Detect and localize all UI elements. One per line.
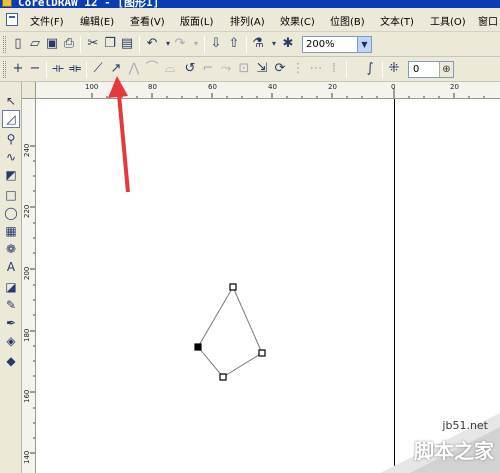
menu-tools[interactable]: 工具(O)	[430, 13, 466, 28]
toolbar-grip[interactable]	[3, 61, 6, 78]
interactive-fill-tool-icon[interactable]: ◆	[2, 352, 20, 370]
ruler-label: 0	[391, 83, 396, 91]
outline-tool-icon[interactable]: ✒	[2, 314, 20, 332]
redo-dropdown-icon[interactable]: ▾	[188, 36, 204, 52]
slider-icon[interactable]: ⊕	[439, 62, 453, 77]
align-nodes-icon[interactable]: ⋮	[290, 61, 306, 77]
pick-tool-icon[interactable]: ↖	[2, 92, 20, 110]
menu-edit[interactable]: 编辑(E)	[80, 13, 114, 28]
kite-path[interactable]	[197, 286, 263, 378]
curve-smoothness-field[interactable]: 0 ⊕	[408, 61, 454, 78]
application-launcher-icon[interactable]: ⚗	[250, 36, 266, 52]
marquee-mode-icon[interactable]: ⁜	[386, 61, 402, 77]
open-icon[interactable]: ▱	[27, 36, 43, 52]
menu-file[interactable]: 文件(F)	[30, 13, 64, 28]
select-all-nodes-icon[interactable]: ⁞	[326, 61, 342, 77]
zoom-select[interactable]: 200% ▼	[302, 36, 372, 53]
reverse-direction-icon[interactable]: ↺	[182, 61, 198, 77]
elastic-mode-icon[interactable]: ⋯	[308, 61, 324, 77]
add-node-icon[interactable]: +	[10, 61, 26, 77]
title-bar: CorelDRAW 12 - [图形1]	[0, 0, 500, 8]
menu-arrange[interactable]: 排列(A)	[230, 13, 265, 28]
vertical-ruler[interactable]: 240 220 200 180 160 140	[22, 99, 36, 473]
start-node-handle[interactable]	[194, 343, 202, 351]
undo-icon[interactable]: ↶	[144, 36, 160, 52]
horizontal-ruler[interactable]: 100 80 60 40 20 0 20	[22, 82, 500, 99]
cusp-node-icon[interactable]: ⋀	[126, 61, 142, 77]
save-icon[interactable]: ▣	[44, 36, 60, 52]
menu-bitmaps[interactable]: 位图(B)	[330, 13, 365, 28]
ruler-label: 220	[23, 204, 31, 218]
ruler-label: 140	[23, 450, 31, 464]
zoom-tool-icon[interactable]: ⚲	[2, 130, 20, 148]
ruler-label: 60	[208, 83, 217, 91]
ruler-label: 180	[23, 328, 31, 342]
export-icon[interactable]: ⇧	[226, 36, 242, 52]
stretch-nodes-icon[interactable]: ⇲	[254, 61, 270, 77]
basic-shapes-tool-icon[interactable]: ❁	[2, 240, 20, 258]
extend-curve-icon[interactable]: ⌐	[200, 61, 216, 77]
interactive-blend-tool-icon[interactable]: ◪	[2, 278, 20, 296]
document-icon[interactable]	[6, 13, 18, 26]
property-bar: + − ⟛ ⟚ ⟋ ↗ ⋀ ⌒ ⌓ ↺ ⌐ ⤳ ⊡ ⇲ ⟳ ⋮ ⋯ ⁞ ∫ ⁜ …	[0, 57, 500, 82]
new-document-icon[interactable]: ▯	[10, 36, 26, 52]
eyedropper-tool-icon[interactable]: ✎	[2, 296, 20, 314]
ruler-label: 20	[450, 83, 459, 91]
join-nodes-icon[interactable]: ⟛	[50, 61, 66, 77]
zoom-value: 200%	[306, 39, 335, 50]
ruler-label: 100	[85, 83, 99, 91]
ruler-label: 160	[23, 389, 31, 403]
ruler-label: 20	[328, 83, 337, 91]
toolbox: ↖ ◿ ⚲ ∿ ◩ □ ◯ ▦ ❁ A ◪ ✎ ✒ ◈ ◆	[0, 82, 22, 473]
ruler-label: 40	[268, 83, 277, 91]
freehand-tool-icon[interactable]: ∿	[2, 148, 20, 166]
rectangle-tool-icon[interactable]: □	[2, 186, 20, 204]
app-icon	[2, 0, 12, 7]
standard-toolbar: ▯ ▱ ▣ ⎙ ✂ ❐ ▤ ↶ ▾ ↷ ▾ ⇩ ⇧ ⚗ ▾ ✱ 200% ▼	[0, 32, 500, 57]
node-handle[interactable]	[258, 349, 266, 357]
text-tool-icon[interactable]: A	[2, 258, 20, 276]
ruler-origin[interactable]	[22, 82, 36, 99]
menu-window[interactable]: 窗口	[478, 13, 498, 28]
menu-text[interactable]: 文本(T)	[380, 13, 414, 28]
menu-effects[interactable]: 效果(C)	[280, 13, 315, 28]
convert-to-curve-icon[interactable]: ↗	[108, 61, 124, 77]
fill-tool-icon[interactable]: ◈	[2, 332, 20, 350]
smooth-node-icon[interactable]: ⌒	[144, 61, 160, 77]
paste-icon[interactable]: ▤	[119, 36, 135, 52]
convert-to-line-icon[interactable]: ⟋	[90, 61, 106, 77]
print-icon[interactable]: ⎙	[61, 36, 77, 52]
ruler-label: 200	[23, 266, 31, 280]
import-icon[interactable]: ⇩	[208, 36, 224, 52]
shape-tool-icon[interactable]: ◿	[2, 110, 20, 128]
cut-icon[interactable]: ✂	[85, 36, 101, 52]
copy-icon[interactable]: ❐	[102, 36, 118, 52]
watermark: jb51.net 脚本之家	[370, 413, 500, 473]
graph-paper-tool-icon[interactable]: ▦	[2, 222, 20, 240]
symmetric-node-icon[interactable]: ⌓	[162, 61, 178, 77]
corel-online-icon[interactable]: ✱	[280, 36, 296, 52]
ruler-label: 80	[148, 83, 157, 91]
delete-node-icon[interactable]: −	[27, 61, 43, 77]
toolbar-grip[interactable]	[3, 36, 6, 53]
curve-smoothness-value: 0	[413, 64, 420, 75]
chevron-down-icon[interactable]: ▼	[357, 37, 371, 52]
watermark-url: jb51.net	[442, 419, 488, 432]
break-curve-icon[interactable]: ⟚	[67, 61, 83, 77]
rotate-nodes-icon[interactable]: ⟳	[272, 61, 288, 77]
menu-bar: 文件(F) 编辑(E) 查看(V) 版面(L) 排列(A) 效果(C) 位图(B…	[0, 8, 500, 32]
smart-fill-tool-icon[interactable]: ◩	[2, 166, 20, 184]
menu-view[interactable]: 查看(V)	[130, 13, 165, 28]
ellipse-tool-icon[interactable]: ◯	[2, 204, 20, 222]
ruler-label: 240	[23, 143, 31, 157]
redo-icon[interactable]: ↷	[172, 36, 188, 52]
node-handle[interactable]	[229, 283, 237, 291]
menu-layout[interactable]: 版面(L)	[180, 13, 213, 28]
extract-subpath-icon[interactable]: ⤳	[218, 61, 234, 77]
reduce-nodes-icon[interactable]: ∫	[362, 61, 378, 77]
node-handle[interactable]	[219, 373, 227, 381]
watermark-brand: 脚本之家	[414, 439, 494, 463]
window-title: CorelDRAW 12 - [图形1]	[18, 0, 160, 8]
auto-close-icon[interactable]: ⊡	[236, 61, 252, 77]
